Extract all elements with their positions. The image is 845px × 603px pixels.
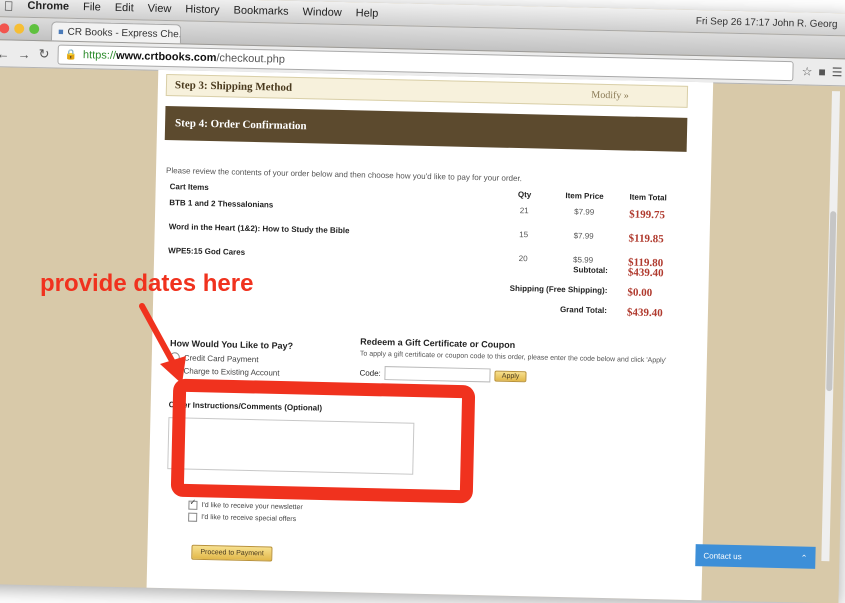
newsletter-option[interactable]: I'd like to receive your newsletter — [188, 500, 303, 513]
zoom-window-icon[interactable] — [29, 23, 40, 35]
item-price: $5.99 — [573, 255, 594, 265]
special-offers-checkbox[interactable] — [188, 512, 198, 522]
annotation-text: provide dates here — [40, 270, 254, 297]
shipping-value: $0.00 — [627, 286, 653, 300]
header-qty: Qty — [517, 190, 532, 200]
window-controls — [0, 23, 40, 35]
proceed-to-payment-button[interactable]: Proceed to Payment — [191, 544, 273, 562]
minimize-window-icon[interactable] — [14, 23, 25, 34]
special-offers-label: I'd like to receive special offers — [201, 513, 297, 524]
url-protocol: https:// — [82, 49, 117, 62]
item-name: BTB 1 and 2 Thessalonians — [169, 198, 274, 210]
favicon-icon: ■ — [58, 26, 64, 37]
subtotal-value: $439.40 — [627, 266, 664, 280]
menubar-status: Fri Sep 26 17:17 John R. Georg — [695, 15, 838, 30]
close-window-icon[interactable] — [0, 23, 10, 34]
account-radio[interactable] — [169, 365, 180, 376]
forward-icon[interactable]: → — [17, 46, 30, 61]
back-icon[interactable]: ← — [0, 46, 10, 61]
payment-section: How Would You Like to Pay? Credit Card P… — [169, 338, 293, 381]
step3-header: Step 3: Shipping Method Modify » — [165, 74, 689, 108]
url-path: /checkout.php — [216, 52, 286, 66]
coupon-description: To apply a gift certificate or coupon co… — [359, 350, 667, 365]
item-total: $199.75 — [629, 208, 666, 222]
coupon-code-label: Code: — [359, 367, 381, 378]
menu-app-name[interactable]: Chrome — [27, 0, 69, 13]
item-price: $7.99 — [574, 207, 595, 217]
credit-card-radio[interactable] — [169, 352, 180, 363]
grand-total-value: $439.40 — [626, 306, 663, 320]
lock-icon: 🔒 — [64, 49, 78, 61]
apple-icon[interactable]:  — [4, 0, 14, 13]
payment-option-credit-card[interactable]: Credit Card Payment — [169, 352, 293, 365]
item-price: $7.99 — [573, 231, 594, 241]
account-label: Charge to Existing Account — [183, 365, 280, 378]
payment-option-account[interactable]: Charge to Existing Account — [169, 365, 292, 378]
newsletter-label: I'd like to receive your newsletter — [201, 501, 303, 512]
chevron-up-icon: ⌃ — [800, 553, 808, 563]
contact-us-label: Contact us — [703, 550, 742, 561]
step3-title: Step 3: Shipping Method — [174, 79, 293, 94]
tab-title: CR Books - Express Che... — [67, 26, 182, 40]
intro-text: Please review the contents of your order… — [165, 166, 523, 184]
payment-title: How Would You Like to Pay? — [170, 338, 294, 351]
special-offers-option[interactable]: I'd like to receive special offers — [188, 512, 303, 525]
url-domain: www.crtbooks.com — [115, 49, 217, 65]
header-total: Item Total — [629, 192, 667, 203]
credit-card-label: Credit Card Payment — [183, 352, 259, 364]
coupon-code-input[interactable] — [384, 366, 491, 383]
item-qty: 21 — [519, 206, 529, 216]
subtotal-label: Subtotal: — [573, 265, 608, 276]
contact-us-widget[interactable]: Contact us ⌃ — [695, 544, 816, 569]
header-items: Cart Items — [169, 182, 209, 193]
page-content: Step 3: Shipping Method Modify » Step 4:… — [0, 66, 845, 603]
menu-icon[interactable]: ☰ — [832, 65, 843, 79]
grand-total-label: Grand Total: — [559, 305, 608, 316]
item-name: WPE5:15 God Cares — [168, 246, 246, 257]
menu-file[interactable]: File — [83, 1, 101, 13]
menu-window[interactable]: Window — [302, 6, 341, 19]
checkout-panel: Step 3: Shipping Method Modify » Step 4:… — [146, 69, 714, 603]
menu-bookmarks[interactable]: Bookmarks — [233, 5, 288, 18]
menu-view[interactable]: View — [148, 3, 172, 16]
step3-modify-link[interactable]: Modify » — [591, 89, 629, 101]
item-total: $119.85 — [628, 232, 664, 246]
header-price: Item Price — [565, 191, 604, 201]
opt-in-checkboxes: I'd like to receive your newsletter I'd … — [188, 500, 303, 528]
menu-help[interactable]: Help — [356, 7, 379, 20]
newsletter-checkbox[interactable] — [188, 500, 198, 510]
item-qty: 15 — [519, 230, 529, 240]
extension-icon[interactable]: ■ — [818, 65, 826, 79]
scrollbar[interactable] — [821, 91, 841, 562]
bookmark-star-icon[interactable]: ☆ — [802, 64, 813, 78]
reload-icon[interactable]: ↻ — [38, 46, 49, 62]
shipping-label: Shipping (Free Shipping): — [509, 283, 608, 296]
apply-button[interactable]: Apply — [494, 370, 527, 382]
photographed-screen:  Chrome File Edit View History Bookmark… — [0, 0, 845, 603]
menu-history[interactable]: History — [185, 3, 219, 16]
step4-header: Step 4: Order Confirmation — [164, 106, 688, 152]
item-qty: 20 — [518, 254, 528, 264]
step4-title: Step 4: Order Confirmation — [174, 117, 307, 133]
menu-edit[interactable]: Edit — [115, 2, 134, 14]
browser-tab[interactable]: ■ CR Books - Express Che... × — [50, 21, 182, 44]
scrollbar-thumb[interactable] — [826, 211, 837, 392]
annotation-highlight-box — [170, 378, 476, 504]
coupon-section: Redeem a Gift Certificate or Coupon To a… — [359, 336, 667, 386]
